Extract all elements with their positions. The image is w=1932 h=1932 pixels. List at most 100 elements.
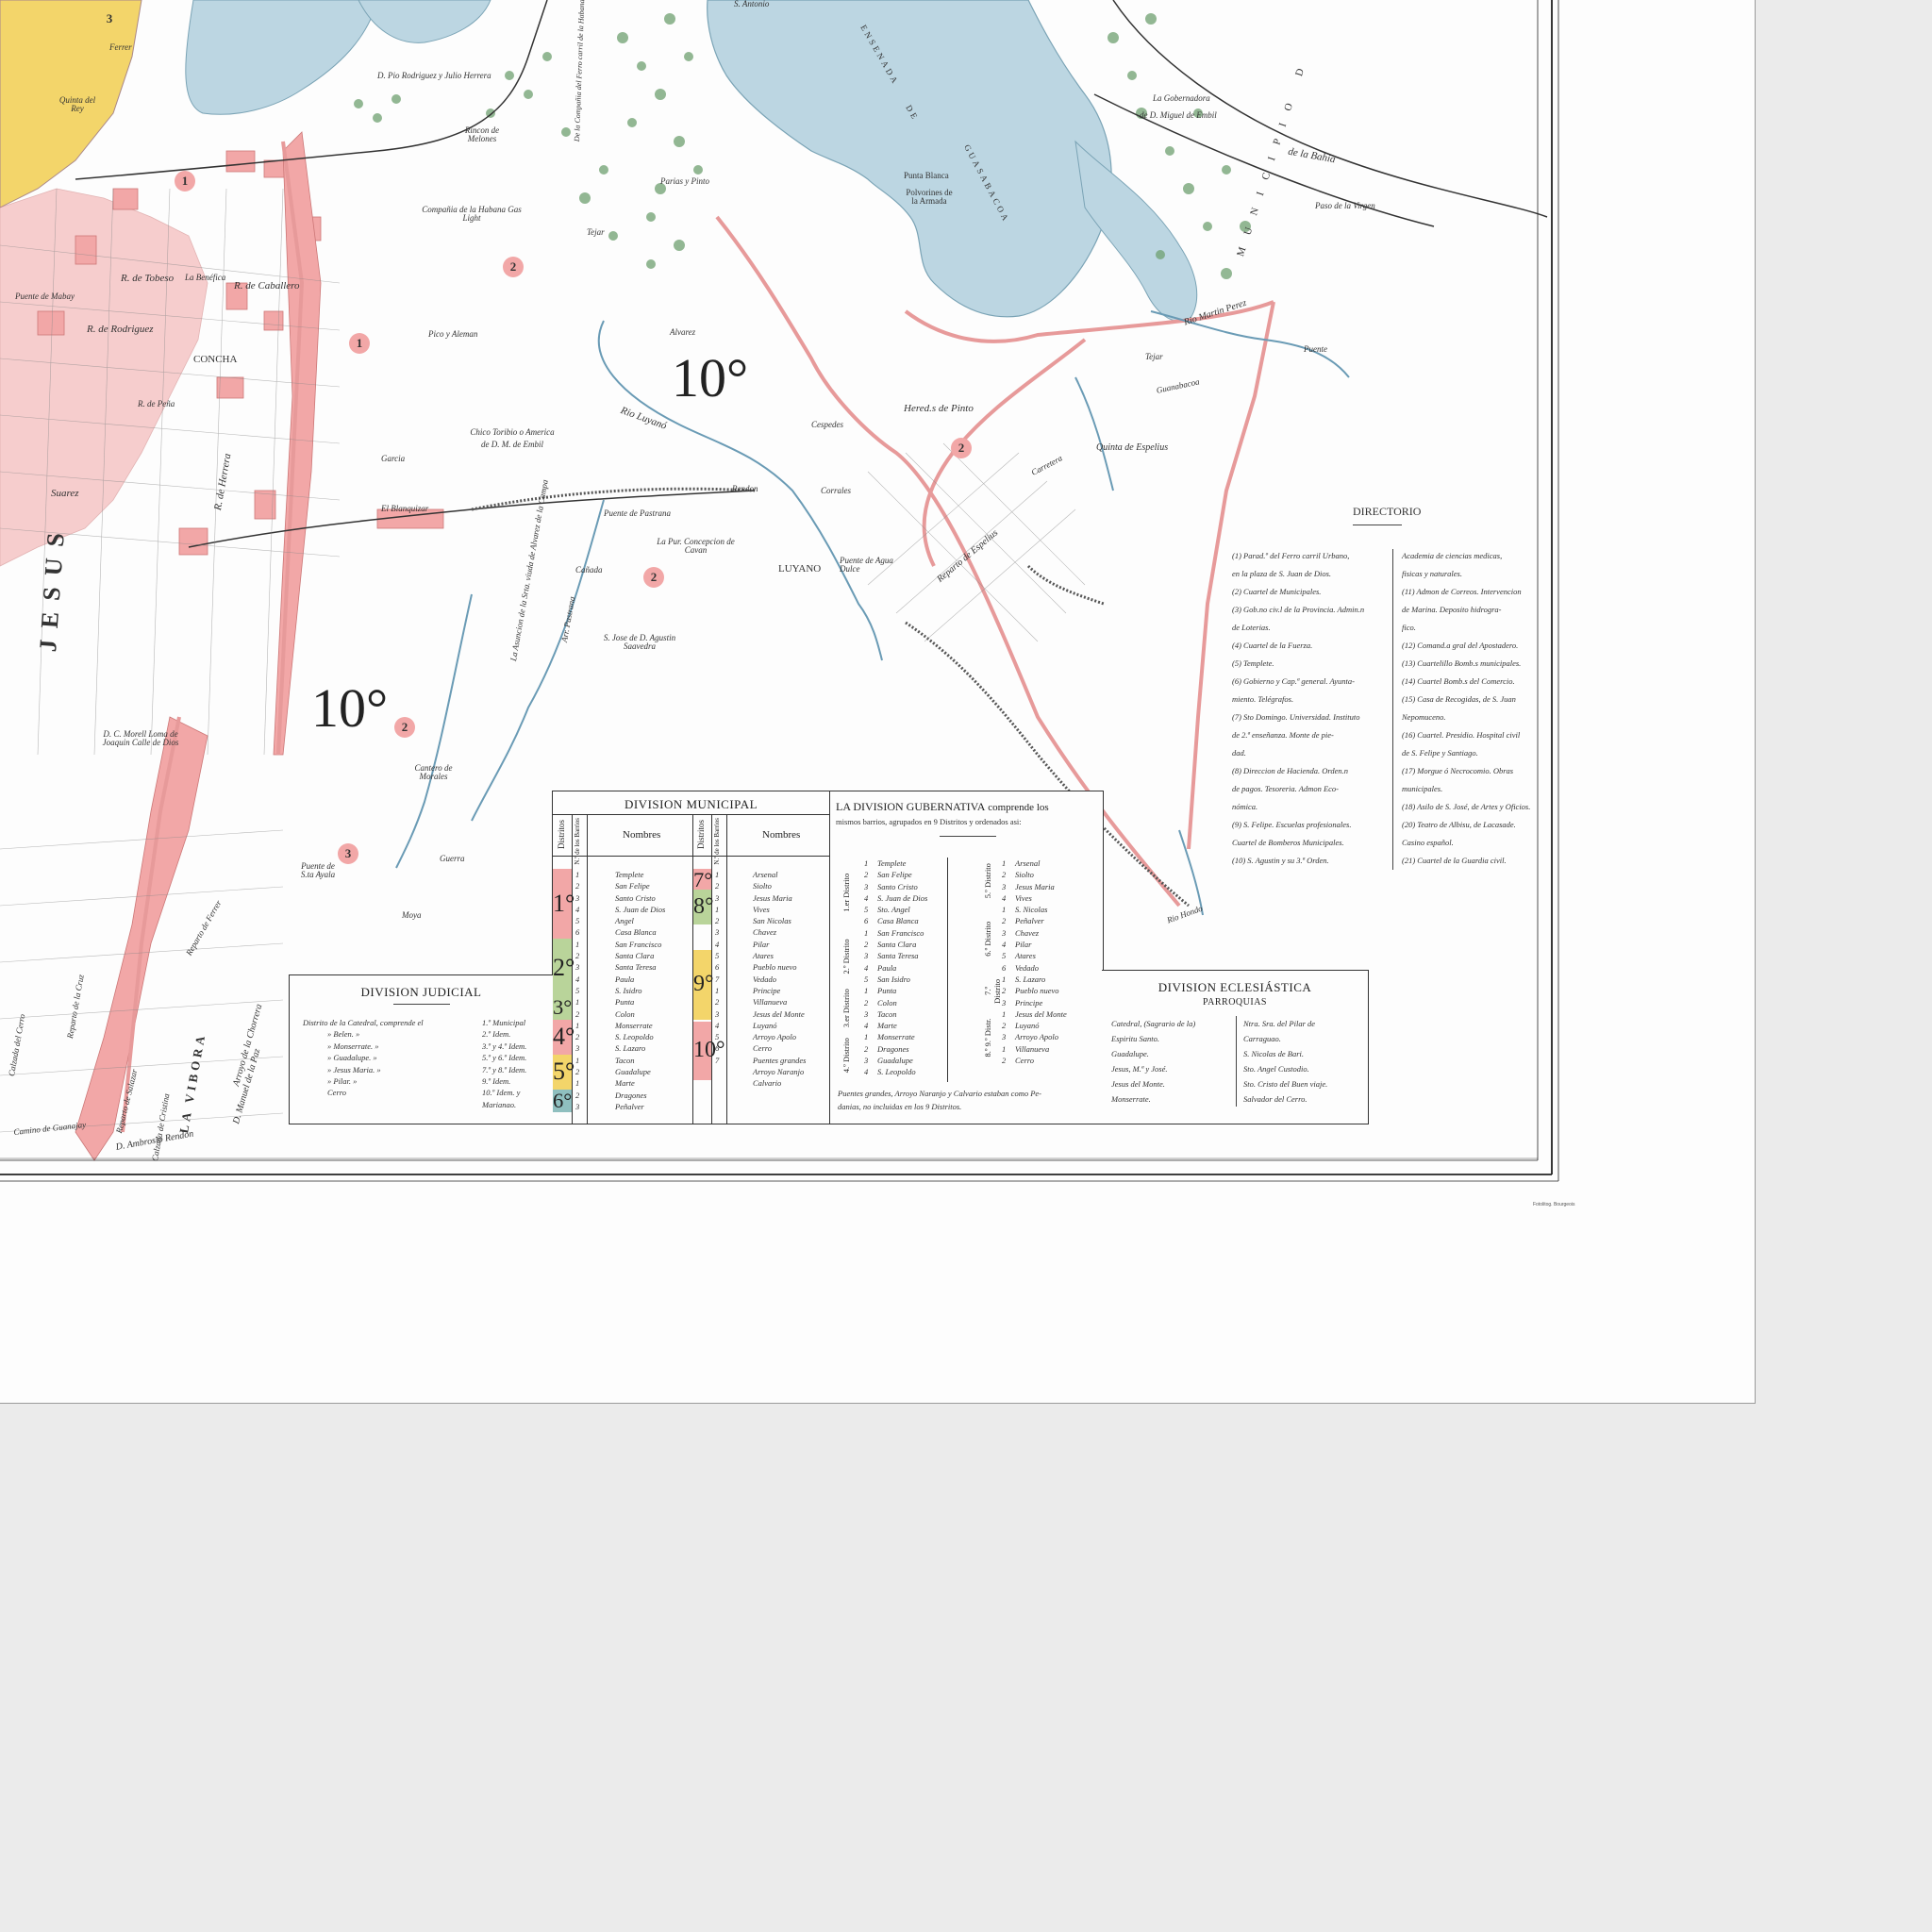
- barrio-number: 4: [864, 892, 869, 903]
- division-judicial-box: DIVISION JUDICIAL Distrito de la Catedra…: [289, 974, 553, 1124]
- barrio-name: Villanueva: [1015, 1043, 1050, 1054]
- barrio-name: Marte: [877, 1021, 897, 1031]
- place-label: Puente de Pastrana: [604, 508, 671, 518]
- division-eclesiastica-box: DIVISION ECLESIÁSTICA PARROQUIAS Catedra…: [1102, 970, 1369, 1124]
- place-label: El Blanquizar: [381, 504, 429, 513]
- directorio-entry: (18) Asilo de S. José, de Artes y Oficio…: [1402, 802, 1531, 811]
- gub-left-names: Templete San Felipe Santo Cristo S. Juan de…: [877, 858, 927, 1078]
- barrio-number: 2: [864, 997, 869, 1008]
- barrio-name: Luyanó: [753, 1020, 777, 1030]
- barrio-number: 1: [1002, 974, 1007, 984]
- judicial-district: » Pilar. »: [327, 1075, 358, 1086]
- barrio-number: 2: [575, 1008, 580, 1019]
- parroquia: Monserrate.: [1111, 1094, 1151, 1104]
- barrio-number: 1: [575, 1055, 580, 1065]
- place-label: D. Pio Rodriguez y Julio Herrera: [377, 71, 491, 80]
- place-label: Puente de Mabay: [15, 291, 75, 301]
- barrio-name: San Nicolas: [753, 916, 791, 926]
- directorio-entry: de 2.ª enseñanza. Monte de pie-: [1232, 730, 1334, 740]
- barrio-number: 4: [575, 904, 580, 914]
- judicial-district: » Monserrate. »: [327, 1041, 379, 1051]
- barrio-number: 5: [864, 905, 869, 915]
- division-eclesiastica-title: DIVISION ECLESIÁSTICA: [1158, 980, 1312, 994]
- barrio-name: Principe: [1015, 997, 1043, 1008]
- gubernativa-footnote-2: danias, no incluidas en los 9 Distritos.: [838, 1102, 962, 1111]
- parroquia: Espiritu Santo.: [1111, 1034, 1160, 1043]
- barrio-name: Guadalupe: [877, 1056, 913, 1066]
- place-label: Pico y Aleman: [428, 329, 478, 339]
- barrio-name: S. Leopoldo: [615, 1032, 654, 1042]
- judicial-court: 5.º y 6.º Idem.: [482, 1053, 527, 1063]
- barrio-number: 3: [1002, 881, 1007, 891]
- judicial-rows: Distrito de la Catedral, comprende el 1.º…: [303, 1017, 548, 1110]
- barrio-name: Santo Cristo: [877, 881, 918, 891]
- barrio-number: 3: [715, 1008, 720, 1019]
- barrio-name: S. Nicolas: [1015, 905, 1048, 915]
- directorio-entry: (4) Cuartel de la Fuerza.: [1232, 641, 1313, 650]
- place-label: Rincon de Melones: [464, 125, 500, 143]
- place-label: de D. Miguel de Embil: [1140, 110, 1217, 120]
- directorio-entry: (15) Casa de Recogidas, de S. Juan: [1402, 694, 1516, 704]
- barrio-number: 2: [715, 997, 720, 1008]
- barrio-number: 6: [1002, 962, 1007, 973]
- municipal-header-rule: [553, 856, 829, 857]
- col-distritos: Distritos: [557, 820, 566, 850]
- barrio-name: Santo Cristo: [615, 892, 656, 903]
- barrio-number: 5: [1002, 951, 1007, 961]
- directorio-entry: (11) Admon de Correos. Intervencion: [1402, 587, 1522, 596]
- barrio-name: Jesus del Monte: [753, 1008, 805, 1019]
- barrio-number: 1: [1002, 1043, 1007, 1054]
- barrio-number: 2: [575, 881, 580, 891]
- barrio-name: San Felipe: [877, 870, 912, 880]
- barrio-name: Casa Blanca: [877, 916, 919, 926]
- barrio-name: Arroyo Apolo: [753, 1032, 797, 1042]
- barrio-number: 3: [864, 951, 869, 961]
- place-label: Punta Blanca: [904, 171, 949, 180]
- directorio-entry: Cuartel de Bomberos Municipales.: [1232, 838, 1344, 847]
- gubernativa-mid-rule: [947, 858, 948, 1082]
- zone-number: 3: [338, 843, 358, 864]
- place-label: La Pur. Concepcion de Cavan: [657, 537, 735, 555]
- judicial-district: Cerro: [327, 1088, 346, 1098]
- directorio-entry: miento. Telégrafos.: [1232, 694, 1294, 704]
- barrio-number: 1: [715, 985, 720, 995]
- place-label: Parias y Pinto: [660, 176, 709, 186]
- zone-number: 2: [394, 717, 415, 738]
- barrio-name: Peñalver: [615, 1101, 644, 1111]
- barrio-name: Paula: [877, 962, 897, 973]
- barrio-name: San Francisco: [877, 927, 924, 938]
- barrio-number: 3: [864, 881, 869, 891]
- barrio-name: Santa Teresa: [615, 962, 657, 973]
- place-label: Cespedes: [811, 420, 843, 429]
- place-label: Polvorines de la Armada: [906, 188, 953, 206]
- judicial-row: » Pilar. » 9.º Idem.: [303, 1075, 548, 1087]
- barrio-number: 3: [575, 1101, 580, 1111]
- barrio-number: 6: [864, 916, 869, 926]
- barrio-name: Arroyo Apolo: [1015, 1032, 1059, 1042]
- parroquia: Catedral, (Sagrario de la): [1111, 1019, 1196, 1028]
- place-label: Cantero de Morales: [414, 763, 453, 781]
- barrio-name: Punta: [877, 986, 897, 996]
- district-badge: 6°: [553, 1088, 573, 1113]
- mun-right-nums: 12312345671234567: [715, 869, 719, 1066]
- mun-left-nums: 123456123451212312123: [575, 869, 579, 1112]
- barrio-name: Tacon: [877, 1008, 897, 1019]
- division-eclesiastica-subtitle: PARROQUIAS: [1203, 997, 1267, 1008]
- directorio-entry: (10) S. Agustin y su 3.ª Orden.: [1232, 856, 1329, 865]
- judicial-row: » Guadalupe. » 5.º y 6.º Idem.: [303, 1052, 548, 1063]
- barrio-name: Chavez: [1015, 927, 1040, 938]
- box-divider: [829, 791, 830, 1124]
- zone-number: 2: [503, 257, 524, 277]
- place-label: Suarez: [51, 488, 79, 499]
- district-badge: 8°: [693, 890, 714, 925]
- directorio-entry: (14) Cuartel Bomb.s del Comercio.: [1402, 676, 1515, 686]
- judicial-court: 10.º Idem. y: [482, 1088, 521, 1098]
- barrio-name: Siolto: [1015, 870, 1034, 880]
- barrio-number: 3: [1002, 997, 1007, 1008]
- district-badge: 1°: [553, 869, 575, 939]
- place-label: D. C. Morell Loma de Joaquin Calle de Di…: [102, 729, 179, 747]
- barrio-name: Punta: [615, 997, 635, 1008]
- place-label: Alvarez: [670, 327, 696, 337]
- bay-water-2: [358, 0, 491, 43]
- barrio-number: 4: [864, 962, 869, 973]
